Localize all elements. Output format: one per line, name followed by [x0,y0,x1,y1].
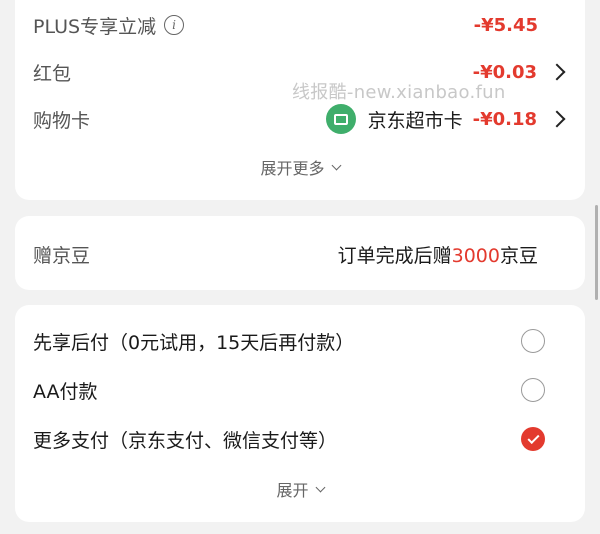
card-icon [325,104,356,134]
info-icon[interactable]: i [164,15,185,35]
shopping-card-row[interactable]: 购物卡 京东超市卡 -¥0.18 [15,99,585,139]
expand-more-button[interactable]: 展开更多 [15,155,585,179]
chevron-down-icon [331,160,341,170]
radio-unchecked-icon[interactable] [521,329,545,353]
shopping-card-name: 京东超市卡 [367,109,463,132]
shopping-card-label: 购物卡 [33,109,91,132]
bean-value: 订单完成后赠3000京豆 [338,241,538,268]
bean-prefix: 订单完成后赠 [337,245,452,267]
bean-label: 赠京豆 [33,245,91,267]
radio-unchecked-icon[interactable] [521,378,545,402]
plus-discount-label: PLUS专享立减 [33,15,157,38]
payment-option-label: 先享后付（0元试用，15天后再付款） [33,331,355,354]
payment-option-aa[interactable]: AA付款 [33,375,545,405]
watermark: 线报酷-new.xianbao.fun [292,82,506,103]
payment-option-label: 更多支付（京东支付、微信支付等） [33,429,338,452]
shopping-card-amount: -¥0.18 [472,108,537,130]
expand-more-label: 展开更多 [260,159,325,178]
chevron-right-icon [548,63,566,81]
bean-suffix: 京豆 [499,245,538,267]
radio-checked-icon[interactable] [521,427,545,451]
payment-option-label: AA付款 [33,380,98,403]
scrollbar[interactable] [595,205,598,300]
expand-payment-button[interactable]: 展开 [15,477,585,501]
payment-option-pay-later[interactable]: 先享后付（0元试用，15天后再付款） [33,326,545,356]
chevron-down-icon [315,482,325,492]
bean-count: 3000 [451,245,500,267]
payment-card: 先享后付（0元试用，15天后再付款） AA付款 更多支付（京东支付、微信支付等）… [15,305,585,522]
red-packet-label: 红包 [33,62,72,85]
payment-option-more[interactable]: 更多支付（京东支付、微信支付等） [33,424,545,454]
chevron-right-icon [548,110,566,128]
bean-card: 赠京豆 订单完成后赠3000京豆 [15,216,585,290]
expand-payment-label: 展开 [276,481,309,500]
plus-discount-amount: -¥5.45 [473,14,538,36]
plus-discount-row: PLUS专享立减 i -¥5.45 [15,5,585,45]
